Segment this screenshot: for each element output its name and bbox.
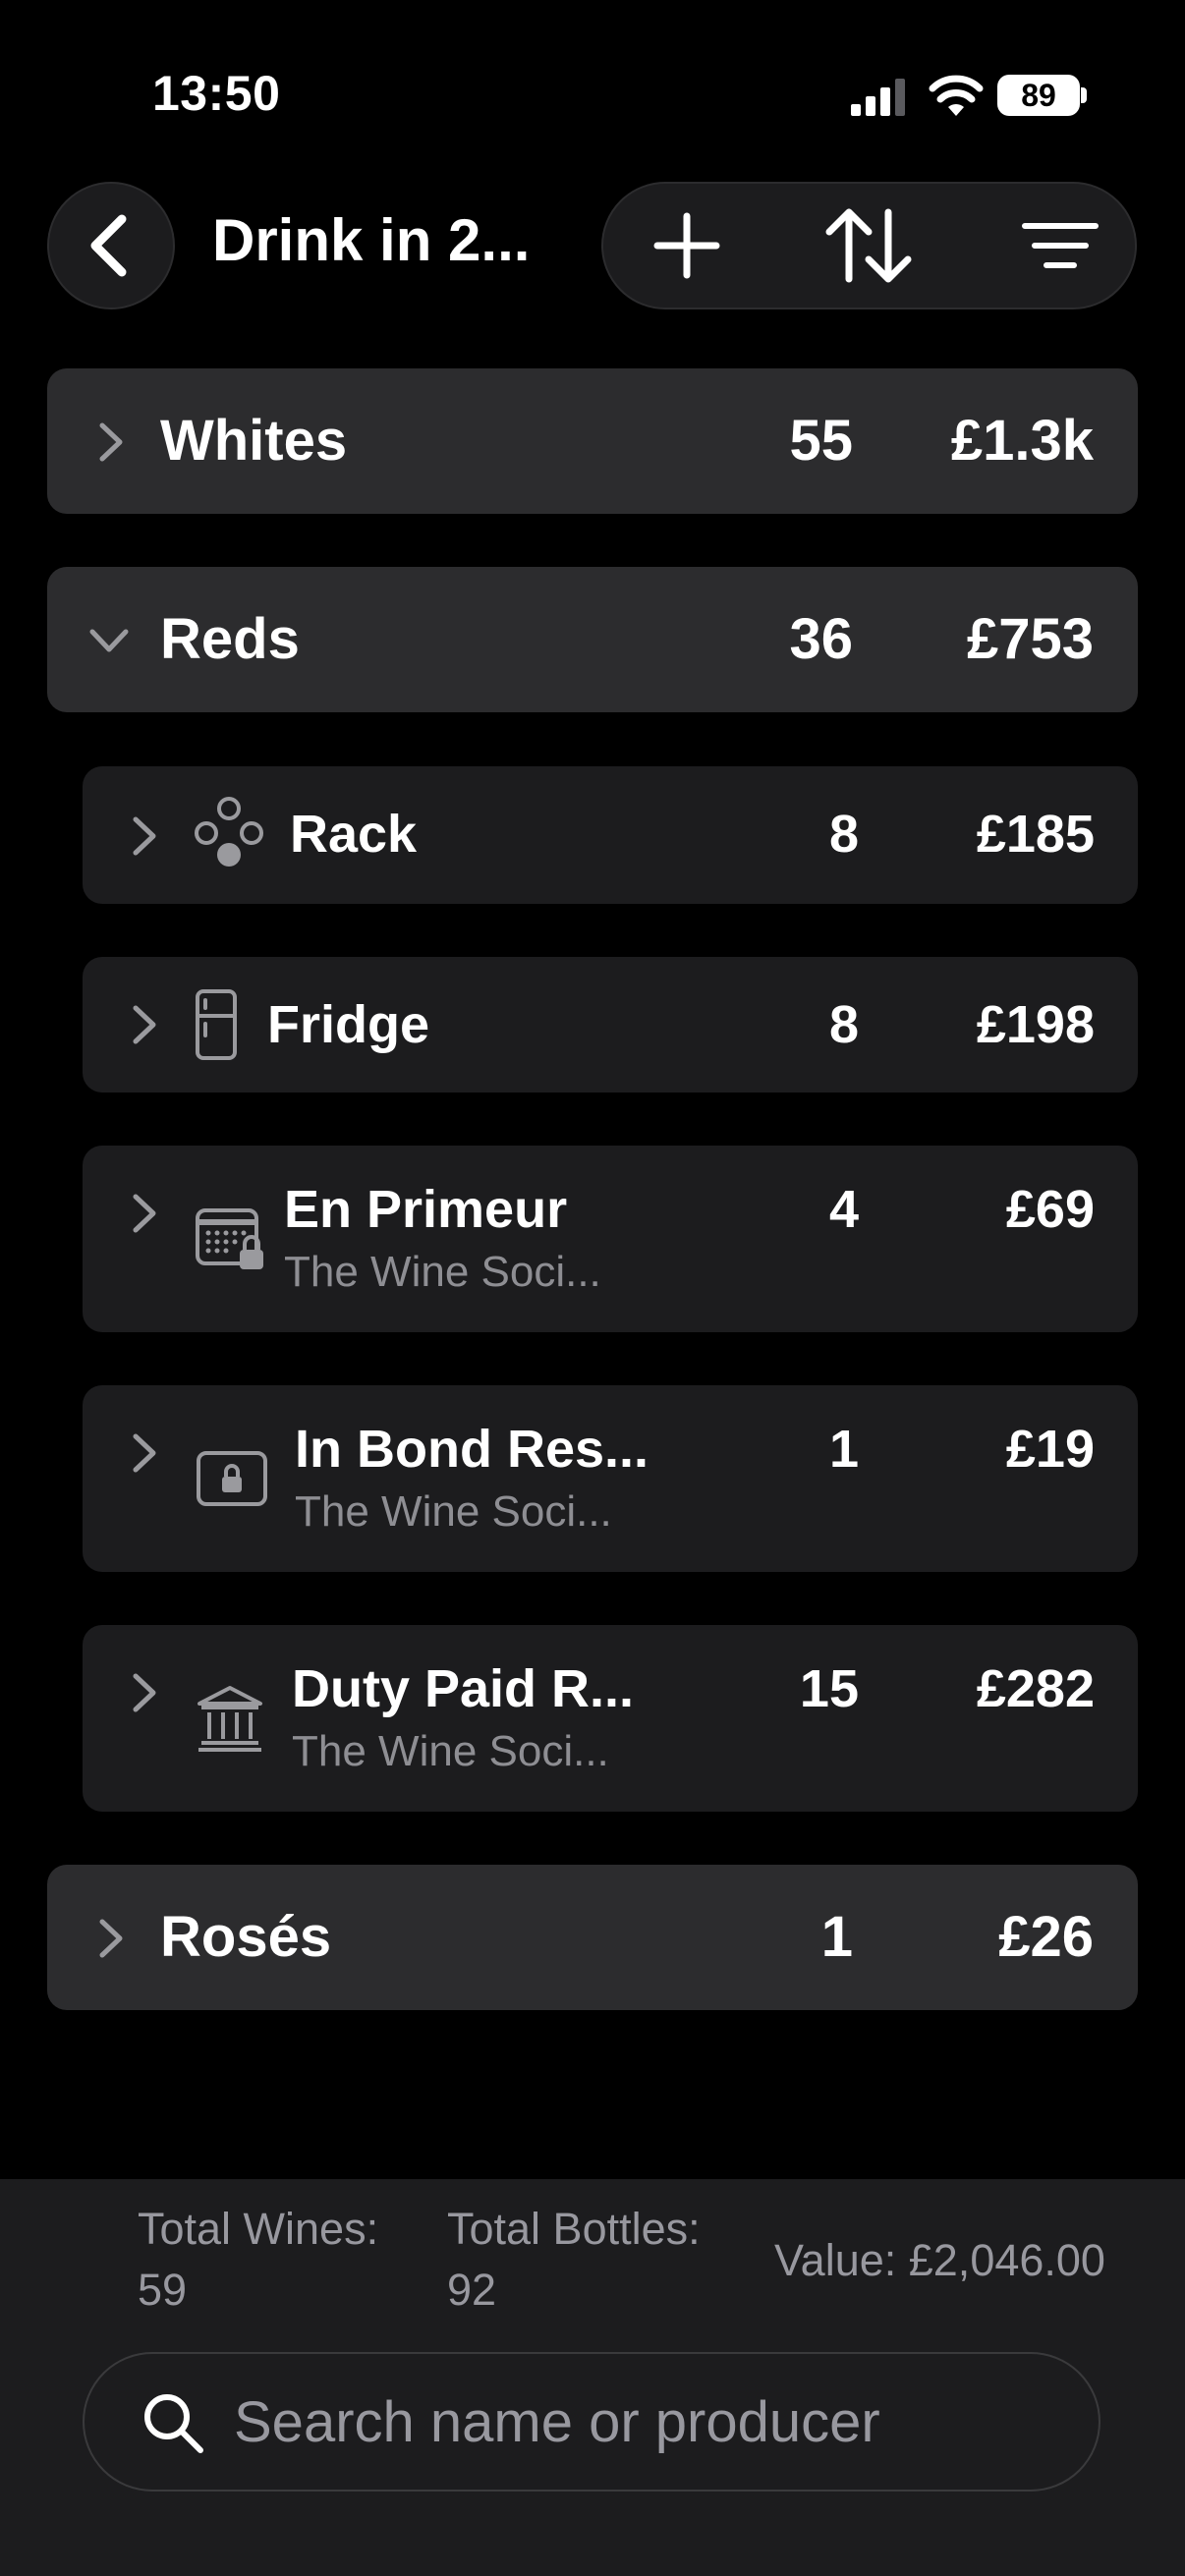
sort-arrows-icon — [825, 208, 912, 283]
status-time: 13:50 — [152, 66, 281, 121]
location-count: 4 — [828, 1180, 859, 1239]
group-row-reds[interactable]: Reds 36 £753 — [47, 567, 1138, 712]
filter-lines-icon — [1022, 223, 1099, 268]
group-row-whites[interactable]: Whites 55 £1.3k — [47, 368, 1138, 514]
location-value: £198 — [976, 995, 1095, 1054]
total-value: Value: £2,046.00 — [774, 2235, 1105, 2285]
battery-indicator: 89 — [997, 75, 1080, 116]
chevron-right-icon — [133, 1433, 156, 1473]
group-count: 1 — [820, 1905, 853, 1969]
group-label: Reds — [160, 607, 300, 671]
total-wines-label: Total Wines: — [138, 2204, 379, 2254]
location-count: 15 — [799, 1659, 859, 1718]
chevron-right-icon — [133, 816, 156, 856]
chevron-left-icon — [90, 214, 127, 277]
chevron-right-icon — [99, 422, 123, 462]
location-value: £19 — [1005, 1420, 1095, 1479]
calendar-lock-icon — [196, 1208, 263, 1269]
location-count: 8 — [828, 805, 859, 864]
group-value: £1.3k — [950, 409, 1094, 473]
location-value: £69 — [1005, 1180, 1095, 1239]
group-value: £26 — [998, 1905, 1094, 1969]
location-row-rack[interactable]: Rack 8 £185 — [83, 766, 1138, 904]
chevron-right-icon — [133, 1005, 156, 1044]
location-label: Rack — [290, 805, 418, 864]
plus-icon — [653, 212, 720, 279]
sort-button[interactable] — [805, 184, 932, 308]
total-bottles-label: Total Bottles: — [447, 2204, 701, 2254]
location-value: £282 — [976, 1659, 1095, 1718]
location-sublabel: The Wine Soci... — [292, 1727, 609, 1775]
chevron-right-icon — [133, 1194, 156, 1233]
location-count: 1 — [828, 1420, 859, 1479]
chevron-down-icon — [89, 629, 129, 652]
battery-nub — [1081, 87, 1087, 103]
chevron-right-icon — [133, 1673, 156, 1712]
location-count: 8 — [828, 995, 859, 1054]
location-label: In Bond Res... — [295, 1420, 649, 1479]
fridge-icon — [196, 989, 237, 1060]
group-label: Whites — [160, 409, 348, 473]
wifi-icon — [929, 75, 984, 116]
group-count: 55 — [789, 409, 853, 473]
location-label: Duty Paid R... — [292, 1659, 635, 1718]
total-bottles-value: 92 — [447, 2265, 497, 2315]
group-value: £753 — [966, 607, 1094, 671]
group-count: 36 — [789, 607, 853, 671]
location-row-en-primeur[interactable]: En Primeur The Wine Soci... 4 £69 — [83, 1146, 1138, 1332]
back-button[interactable] — [47, 182, 175, 309]
add-button[interactable] — [623, 184, 751, 308]
search-icon — [144, 2394, 203, 2453]
toolbar — [601, 182, 1137, 309]
location-row-duty-paid[interactable]: Duty Paid R... The Wine Soci... 15 £282 — [83, 1625, 1138, 1812]
page-title: Drink in 2... — [212, 207, 531, 273]
location-value: £185 — [976, 805, 1095, 864]
rack-icon — [195, 797, 263, 867]
location-sublabel: The Wine Soci... — [295, 1487, 612, 1536]
location-label: En Primeur — [284, 1180, 568, 1239]
lock-box-icon — [197, 1451, 267, 1506]
chevron-right-icon — [99, 1919, 123, 1958]
location-sublabel: The Wine Soci... — [284, 1248, 601, 1296]
location-label: Fridge — [267, 995, 430, 1054]
location-row-fridge[interactable]: Fridge 8 £198 — [83, 957, 1138, 1092]
total-wines-value: 59 — [138, 2265, 188, 2315]
bank-icon — [198, 1686, 262, 1752]
filter-button[interactable] — [996, 184, 1124, 308]
cellular-signal-icon — [851, 79, 905, 116]
group-row-roses[interactable]: Rosés 1 £26 — [47, 1865, 1138, 2010]
location-row-in-bond[interactable]: In Bond Res... The Wine Soci... 1 £19 — [83, 1385, 1138, 1572]
search-placeholder: Search name or producer — [234, 2390, 880, 2454]
search-field[interactable]: Search name or producer — [83, 2352, 1100, 2492]
group-label: Rosés — [160, 1905, 332, 1969]
